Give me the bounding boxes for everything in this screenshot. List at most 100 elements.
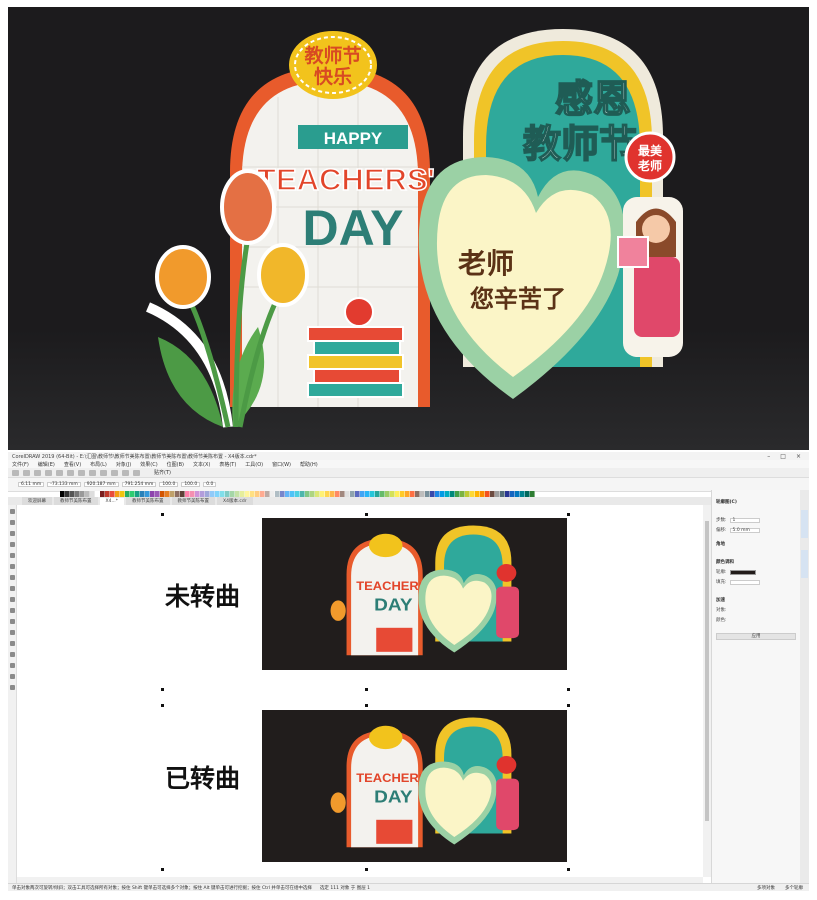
selection-handle[interactable] (365, 688, 368, 691)
text-tool-icon[interactable] (9, 608, 15, 613)
parallel-dimension-icon[interactable] (9, 619, 15, 624)
selection-handle[interactable] (161, 688, 164, 691)
mini-illustration-1: TEACHERS' DAY (330, 525, 520, 656)
selection-handle[interactable] (365, 868, 368, 871)
selection-handle[interactable] (567, 688, 570, 691)
selection-handle[interactable] (365, 513, 368, 516)
print-icon[interactable] (45, 469, 52, 476)
docker-tabs (800, 490, 809, 883)
save-icon[interactable] (34, 469, 41, 476)
transparency-tool-icon[interactable] (9, 652, 15, 657)
menu-effects[interactable]: 效果(C) (140, 461, 157, 468)
tab-document-1[interactable]: 教师节美陈布置 (54, 497, 98, 505)
export-icon[interactable] (122, 469, 129, 476)
status-fill[interactable]: 多项对象 (757, 885, 775, 891)
svg-text:DAY: DAY (374, 595, 412, 614)
scale-x-field[interactable]: 100.0 (159, 482, 179, 487)
rectangle-tool-icon[interactable] (9, 575, 15, 580)
maximize-icon[interactable]: □ (780, 453, 786, 460)
connector-tool-icon[interactable] (9, 630, 15, 635)
offset-label: 偏移: (716, 528, 727, 533)
freehand-tool-icon[interactable] (9, 553, 15, 558)
crop-tool-icon[interactable] (9, 531, 15, 536)
minimize-icon[interactable]: – (767, 453, 770, 460)
tab-document-3[interactable]: 教师节美陈布置 (126, 497, 170, 505)
apply-button[interactable]: 应用 (716, 633, 796, 640)
menu-view[interactable]: 查看(V) (64, 461, 81, 468)
tab-document-5[interactable]: X4版本.cdr (217, 497, 253, 505)
status-hint: 单击对象两次可旋转/倾斜；双击工具可选择所有对象；按住 Shift 键单击可选择… (12, 885, 312, 891)
shape-tool-icon[interactable] (9, 520, 15, 525)
scale-y-field[interactable]: 100.0 (181, 482, 201, 487)
x-field[interactable]: 6.11 mm (18, 482, 45, 487)
docker-tab-1[interactable] (801, 510, 808, 538)
tab-welcome[interactable]: 欢迎屏幕 (22, 497, 52, 505)
menu-file[interactable]: 文件(F) (12, 461, 29, 468)
height-field[interactable]: 791.254 mm (121, 482, 157, 487)
toolbox (8, 505, 17, 883)
menu-help[interactable]: 帮助(H) (300, 461, 318, 468)
menu-tools[interactable]: 工具(O) (245, 461, 263, 468)
menu-object[interactable]: 对象(J) (116, 461, 131, 468)
zoom-icon[interactable] (133, 469, 140, 476)
artistic-media-icon[interactable] (9, 564, 15, 569)
redo-icon[interactable] (100, 469, 107, 476)
angle-field[interactable]: 0.0 (203, 482, 217, 487)
polygon-tool-icon[interactable] (9, 597, 15, 602)
object-accel-label: 对象: (716, 608, 727, 613)
outline-label: 轮廓: (716, 570, 727, 575)
import-icon[interactable] (111, 469, 118, 476)
tab-document-4[interactable]: 教师节美陈布置 (171, 497, 215, 505)
menu-edit[interactable]: 编辑(E) (38, 461, 55, 468)
color-accel-label: 颜色: (716, 618, 727, 623)
selection-handle[interactable] (161, 704, 164, 707)
drawing-canvas[interactable]: TEACHERS' DAY 未转曲 TEACHERS' DAY 已转曲 (17, 505, 703, 877)
selection-handle[interactable] (161, 513, 164, 516)
selection-handle[interactable] (161, 868, 164, 871)
selection-handle[interactable] (567, 868, 570, 871)
paste-icon[interactable] (78, 469, 85, 476)
artwork-not-curved[interactable]: TEACHERS' DAY (262, 518, 567, 670)
corner-label: 角地 (716, 542, 725, 547)
open-icon[interactable] (23, 469, 30, 476)
selection-handle[interactable] (567, 513, 570, 516)
vertical-scrollbar[interactable] (703, 505, 711, 877)
menu-text[interactable]: 文本(X) (193, 461, 210, 468)
fill-color-swatch[interactable] (729, 579, 760, 585)
pick-tool-icon[interactable] (9, 509, 15, 514)
ellipse-tool-icon[interactable] (9, 586, 15, 591)
ganen-text-2: 教师节 (523, 124, 637, 166)
new-icon[interactable] (12, 469, 19, 476)
zoom-tool-icon[interactable] (9, 542, 15, 547)
undo-icon[interactable] (89, 469, 96, 476)
status-selection: 选定 111 对象 于 图层 1 (319, 885, 371, 891)
menu-table[interactable]: 表格(T) (219, 461, 236, 468)
offset-input[interactable]: 5.0 mm (729, 527, 760, 533)
eyedropper-icon[interactable] (9, 663, 15, 668)
cut-icon[interactable] (56, 469, 63, 476)
status-outline[interactable]: 多个轮廓 (785, 885, 803, 891)
menu-bitmap[interactable]: 位图(B) (167, 461, 184, 468)
drop-shadow-icon[interactable] (9, 641, 15, 646)
menu-window[interactable]: 窗口(W) (272, 461, 291, 468)
outline-color-swatch[interactable] (729, 569, 756, 575)
menu-layout[interactable]: 布局(L) (90, 461, 107, 468)
y-field[interactable]: -73.133 mm (47, 482, 81, 487)
steps-input[interactable]: 1 (729, 517, 760, 523)
snap-dropdown[interactable]: 贴齐(T) (154, 469, 171, 476)
tab-document-2[interactable]: X4...* (99, 497, 124, 505)
close-icon[interactable]: × (796, 453, 801, 460)
property-bar: 6.11 mm -73.133 mm 920.187 mm 791.254 mm… (8, 478, 809, 492)
artwork-curved[interactable]: TEACHERS' DAY (262, 710, 567, 862)
teachers-text: TEACHERS' (257, 162, 435, 197)
scroll-thumb[interactable] (705, 521, 709, 821)
selection-handle[interactable] (567, 704, 570, 707)
title-bar: CorelDRAW 2019 (64-Bit) - E:\汇图\教师节\教师节美… (8, 452, 809, 460)
docker-tab-2[interactable] (801, 550, 808, 578)
smart-fill-icon[interactable] (9, 685, 15, 690)
selection-handle[interactable] (365, 704, 368, 707)
copy-icon[interactable] (67, 469, 74, 476)
mini-illustration-2: TEACHERS' DAY (330, 717, 520, 848)
width-field[interactable]: 920.187 mm (83, 482, 119, 487)
interactive-fill-icon[interactable] (9, 674, 15, 679)
